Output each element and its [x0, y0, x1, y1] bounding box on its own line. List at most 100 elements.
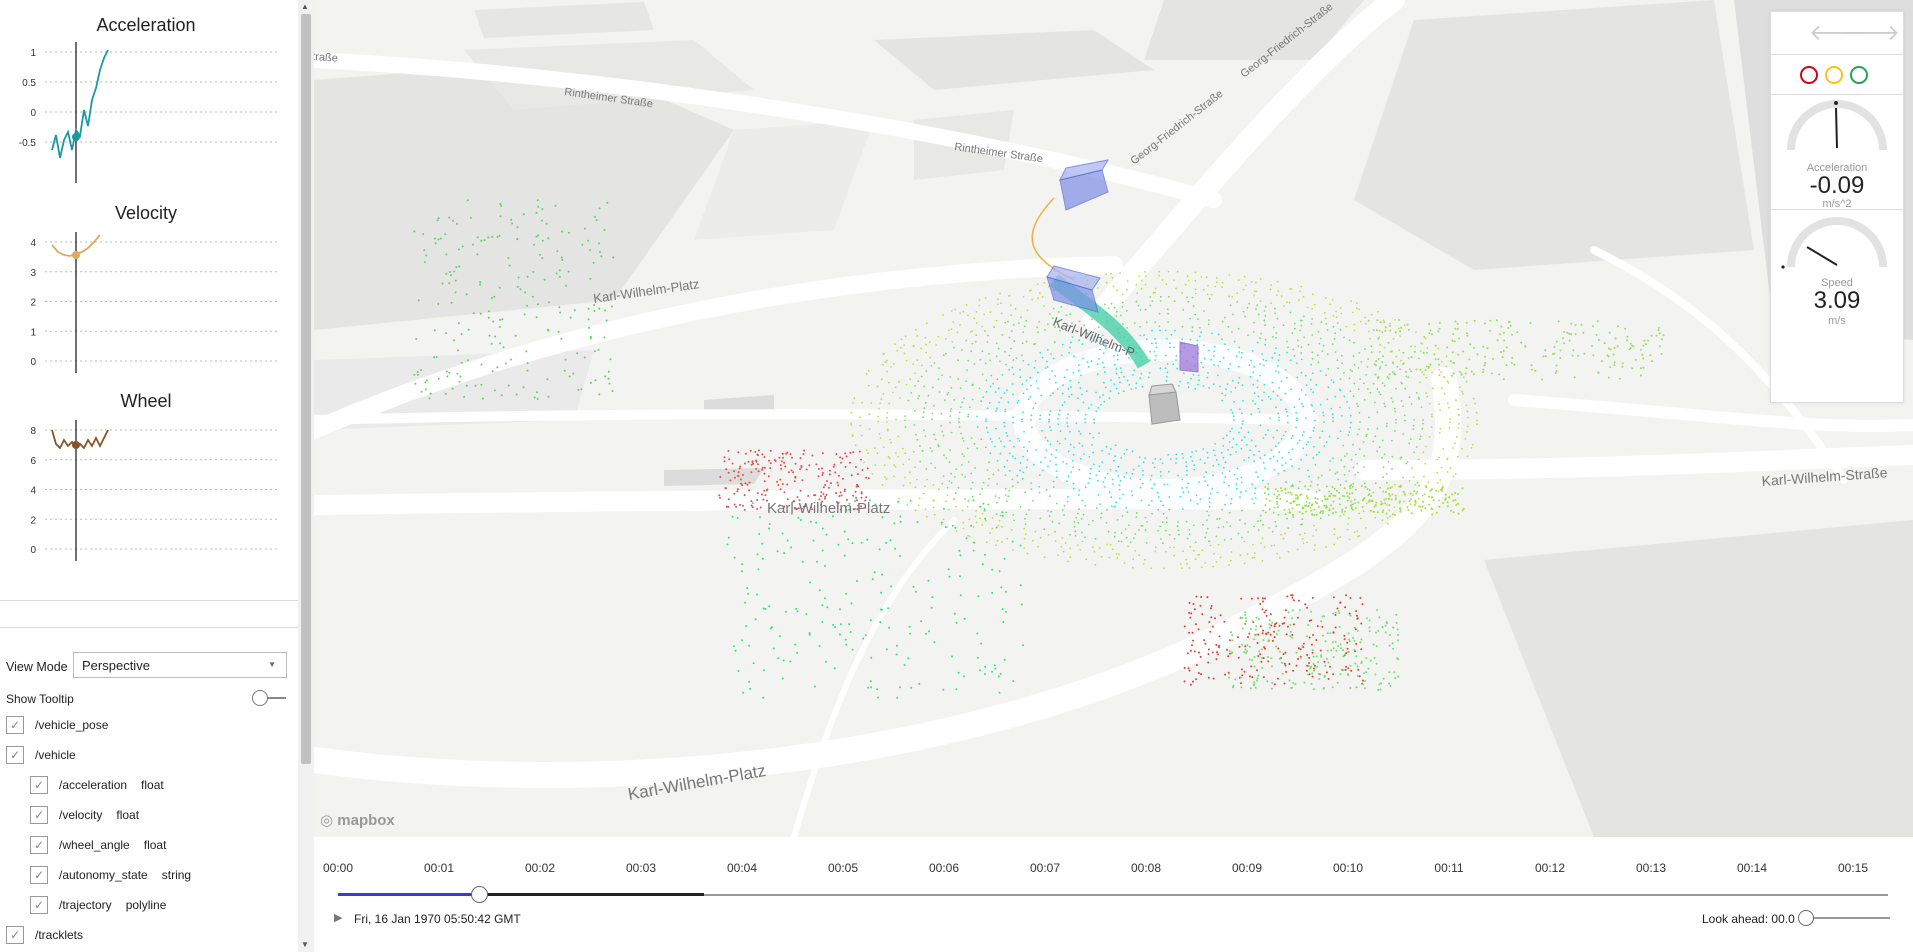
lidar-point — [1381, 382, 1384, 384]
toggle-knob[interactable] — [252, 690, 268, 706]
lidar-point — [1254, 403, 1257, 405]
lidar-point — [1093, 418, 1095, 421]
lidar-point — [1187, 386, 1190, 389]
lidar-point — [1225, 521, 1228, 523]
lidar-point — [1347, 667, 1350, 670]
stream-checkbox[interactable]: ✓ — [30, 836, 48, 854]
lidar-point — [1251, 620, 1254, 623]
lidar-point — [1032, 499, 1034, 502]
stream-checkbox[interactable]: ✓ — [6, 926, 24, 944]
lidar-point — [1641, 353, 1644, 356]
lidar-point — [1069, 443, 1072, 446]
lidar-point — [1017, 322, 1020, 324]
wheel-chart[interactable]: 86420 — [0, 418, 292, 563]
lidar-point — [1340, 312, 1343, 315]
lidar-point — [1379, 688, 1382, 691]
lidar-point — [1241, 351, 1243, 354]
stream-item[interactable]: ✓/wheel_angle float — [30, 834, 166, 856]
lidar-point — [1267, 631, 1270, 634]
scroll-up-icon[interactable]: ▲ — [301, 2, 309, 11]
show-tooltip-toggle[interactable] — [252, 690, 286, 706]
lidar-point — [1286, 500, 1288, 503]
stream-item[interactable]: ✓/vehicle — [6, 744, 76, 766]
lidar-point — [1162, 512, 1165, 515]
lidar-point — [1046, 366, 1049, 368]
lidar-point — [1370, 313, 1373, 316]
lidar-point — [1422, 451, 1425, 454]
lidar-point — [1426, 395, 1429, 398]
stream-checkbox[interactable]: ✓ — [30, 896, 48, 914]
lidar-point — [940, 521, 943, 524]
map-viewport[interactable]: traße Rintheimer Straße Rintheimer Straß… — [314, 0, 1913, 837]
lidar-point — [1419, 438, 1421, 440]
stream-item[interactable]: ✓/acceleration float — [30, 774, 164, 796]
lidar-point — [1284, 664, 1287, 667]
left-panel: Acceleration 1 0.5 0 -0.5 Velocity 43210 Wh… — [0, 0, 314, 952]
stream-checkbox[interactable]: ✓ — [30, 776, 48, 794]
lidar-point — [1422, 494, 1424, 497]
lidar-point — [1294, 683, 1297, 686]
lidar-point — [924, 336, 927, 339]
lidar-point — [828, 469, 831, 472]
lidar-point — [1113, 535, 1116, 538]
stream-checkbox[interactable]: ✓ — [6, 716, 24, 734]
lidar-point — [1413, 419, 1415, 421]
lidar-point — [1430, 426, 1433, 428]
lidar-point — [1104, 476, 1107, 479]
stream-item[interactable]: ✓/tracklets — [6, 924, 83, 946]
divider — [0, 600, 298, 601]
stream-checkbox[interactable]: ✓ — [6, 746, 24, 764]
stream-item[interactable]: ✓/velocity float — [30, 804, 139, 826]
lidar-point — [1402, 490, 1405, 493]
acceleration-chart[interactable]: 10.50-0.5 — [0, 40, 292, 185]
lidar-point — [996, 459, 999, 462]
lidar-point — [1022, 471, 1025, 474]
lidar-point — [1134, 533, 1137, 535]
stream-checkbox[interactable]: ✓ — [30, 806, 48, 824]
lidar-point — [1228, 676, 1230, 679]
lidar-point — [1111, 478, 1114, 481]
lidar-point — [499, 203, 502, 206]
lidar-point — [1303, 532, 1306, 535]
look-ahead-slider[interactable] — [1798, 910, 1814, 926]
lidar-point — [1290, 437, 1293, 439]
lidar-point — [1284, 609, 1287, 612]
lidar-point — [998, 570, 1001, 573]
lidar-point — [1457, 512, 1460, 515]
lidar-point — [1307, 441, 1309, 443]
lidar-point — [985, 418, 987, 420]
stream-item[interactable]: ✓/trajectory polyline — [30, 894, 166, 916]
lidar-point — [757, 463, 759, 466]
lidar-point — [995, 410, 997, 412]
lidar-point — [1655, 334, 1658, 337]
lidar-point — [1280, 438, 1283, 440]
velocity-chart[interactable]: 43210 — [0, 230, 292, 375]
left-panel-scrollbar[interactable]: ▲ ▼ — [298, 0, 314, 952]
scroll-thumb[interactable] — [301, 14, 311, 764]
lidar-point — [1310, 480, 1313, 483]
lidar-point — [1153, 466, 1156, 469]
stream-item[interactable]: ✓/vehicle_pose — [6, 714, 108, 736]
play-icon[interactable]: ▶ — [334, 911, 342, 924]
view-mode-select[interactable]: Perspective ▼ — [73, 652, 287, 678]
map-canvas[interactable]: traße Rintheimer Straße Rintheimer Straß… — [314, 0, 1913, 837]
lidar-point — [1208, 497, 1211, 500]
lidar-point — [1348, 407, 1351, 409]
lidar-point — [1259, 424, 1262, 427]
lidar-point — [1313, 524, 1315, 527]
stream-item[interactable]: ✓/autonomy_state string — [30, 864, 191, 886]
lidar-point — [1298, 503, 1300, 506]
scroll-down-icon[interactable]: ▼ — [301, 940, 309, 949]
arrow-right-icon[interactable]: 🡒 — [1841, 20, 1900, 46]
lidar-point — [1476, 353, 1479, 356]
stream-checkbox[interactable]: ✓ — [30, 866, 48, 884]
lidar-point — [425, 388, 428, 391]
lidar-point — [1324, 640, 1327, 643]
lidar-point — [1657, 329, 1660, 332]
look-ahead-track[interactable] — [1804, 917, 1890, 919]
lidar-point — [1232, 415, 1235, 418]
lidar-point — [1240, 476, 1243, 479]
lidar-point — [1467, 416, 1469, 419]
timeline-scrubber[interactable] — [470, 886, 488, 903]
lidar-point — [1393, 671, 1396, 674]
